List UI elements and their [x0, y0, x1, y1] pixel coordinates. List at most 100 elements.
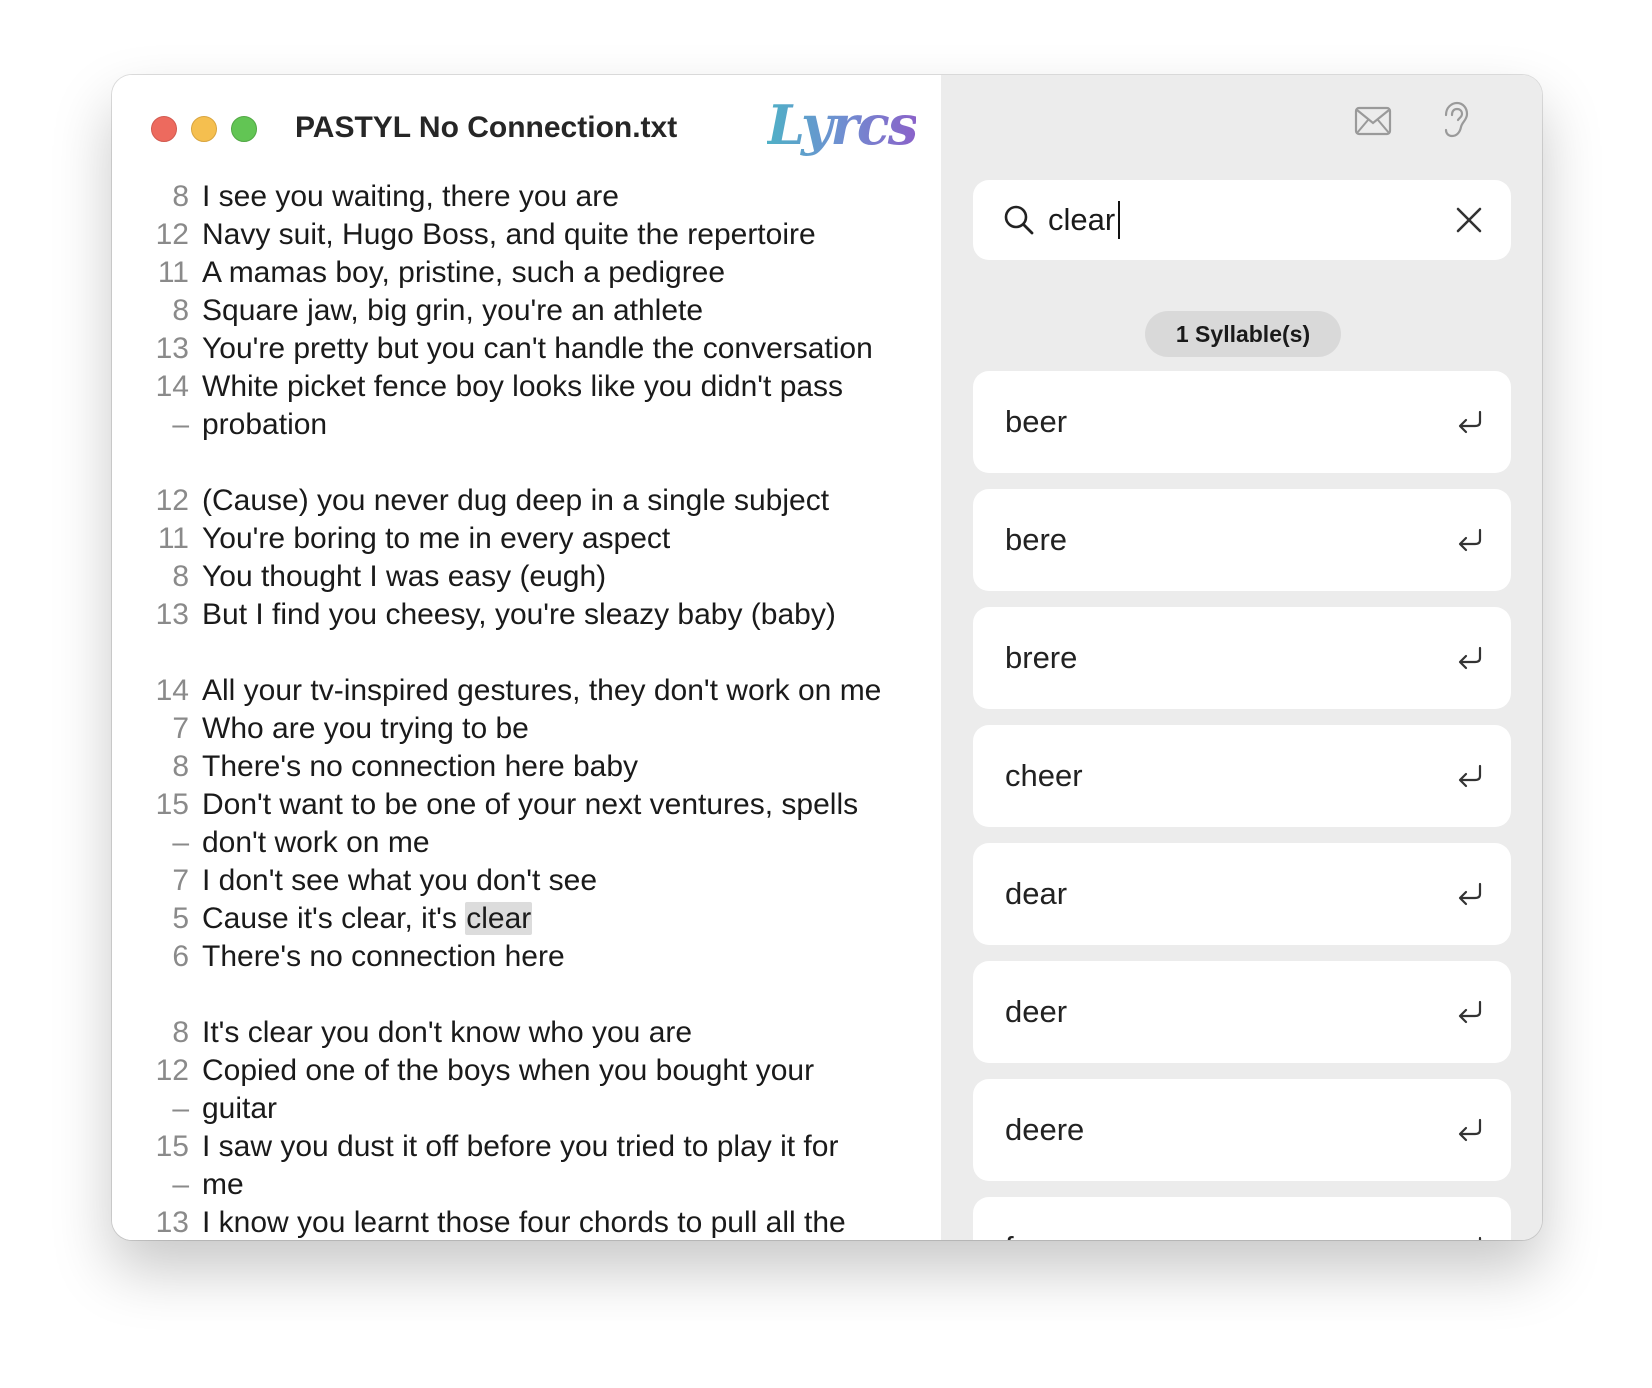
lyric-line[interactable]: – me	[112, 1166, 941, 1204]
insert-return-icon[interactable]	[1455, 761, 1485, 796]
syllable-count: 8	[172, 560, 189, 593]
document-title: PASTYL No Connection.txt	[295, 111, 678, 144]
syllable-count: 13	[155, 1206, 189, 1239]
lyric-line[interactable]: 7 I don't see what you don't see	[112, 862, 941, 900]
syllable-filter-badge[interactable]: 1 Syllable(s)	[1145, 311, 1341, 357]
close-icon[interactable]	[1453, 204, 1485, 236]
insert-return-icon[interactable]	[1455, 1115, 1485, 1150]
syllable-count: 5	[172, 902, 189, 935]
lyric-text: I see you waiting, there you are	[202, 180, 619, 213]
lyric-text: All your tv-inspired gestures, they don'…	[202, 674, 882, 707]
lyric-text: There's no connection here	[202, 940, 565, 973]
lyric-line[interactable]: 6 There's no connection here	[112, 938, 941, 976]
blank-line[interactable]	[112, 444, 941, 482]
search-input[interactable]	[1048, 198, 1428, 242]
lyric-line[interactable]: – probation	[112, 406, 941, 444]
lyric-line[interactable]: 13 I know you learnt those four chords to…	[112, 1204, 941, 1240]
lyric-line[interactable]: 12 (Cause) you never dug deep in a single…	[112, 482, 941, 520]
envelope-icon[interactable]	[1354, 105, 1392, 142]
rhyme-result-card[interactable]: deere	[973, 1079, 1511, 1181]
blank-line[interactable]	[112, 976, 941, 1014]
lyric-text: (Cause) you never dug deep in a single s…	[202, 484, 830, 517]
lyric-line[interactable]: 8 I see you waiting, there you are	[112, 178, 941, 216]
syllable-count: 8	[172, 750, 189, 783]
lyric-text: But I find you cheesy, you're sleazy bab…	[202, 598, 836, 631]
lyric-line[interactable]: 13 You're pretty but you can't handle the…	[112, 330, 941, 368]
rhyme-word: f	[1005, 1197, 1014, 1240]
lyric-line[interactable]: 5 Cause it's clear, it's clear	[112, 900, 941, 938]
search-field[interactable]	[973, 180, 1511, 260]
lyric-text: Square jaw, big grin, you're an athlete	[202, 294, 704, 327]
rhyme-word: cheer	[1005, 758, 1083, 793]
syllable-count: 12	[155, 484, 189, 517]
syllable-count: 12	[155, 218, 189, 251]
syllable-count: 6	[172, 940, 189, 973]
insert-return-icon[interactable]	[1455, 879, 1485, 914]
lyric-line[interactable]: 8 You thought I was easy (eugh)	[112, 558, 941, 596]
rhyme-result-card[interactable]: beer	[973, 371, 1511, 473]
syllable-count: 7	[172, 864, 189, 897]
rhyme-result-card[interactable]: dear	[973, 843, 1511, 945]
lyric-text: Cause it's clear, it's clear	[202, 902, 533, 935]
lyric-line[interactable]: – guitar	[112, 1090, 941, 1128]
rhyme-result-card[interactable]: deer	[973, 961, 1511, 1063]
rhyme-word: beer	[1005, 404, 1068, 439]
zoom-window-button[interactable]	[231, 116, 257, 142]
selected-word[interactable]: clear	[465, 902, 533, 935]
lyric-text: Copied one of the boys when you bought y…	[202, 1054, 815, 1087]
lyric-text: Don't want to be one of your next ventur…	[202, 788, 859, 821]
insert-return-icon[interactable]	[1455, 643, 1485, 678]
lyric-line[interactable]: 15 Don't want to be one of your next vent…	[112, 786, 941, 824]
syllable-count: 8	[172, 294, 189, 327]
lyric-line[interactable]: 13 But I find you cheesy, you're sleazy b…	[112, 596, 941, 634]
lyric-line[interactable]: 14 White picket fence boy looks like you …	[112, 368, 941, 406]
insert-return-icon[interactable]	[1455, 1233, 1485, 1240]
insert-return-icon[interactable]	[1455, 997, 1485, 1032]
syllable-count: 12	[155, 1054, 189, 1087]
rhyme-word: brere	[1005, 640, 1078, 675]
rhyme-result-card[interactable]: cheer	[973, 725, 1511, 827]
lyric-text: Who are you trying to be	[202, 712, 529, 745]
lyric-line[interactable]: 11 A mamas boy, pristine, such a pedigree	[112, 254, 941, 292]
lyric-line[interactable]: 14 All your tv-inspired gestures, they do…	[112, 672, 941, 710]
lyric-line[interactable]: 7 Who are you trying to be	[112, 710, 941, 748]
rhyme-word: dear	[1005, 876, 1068, 911]
lyric-text: White picket fence boy looks like you di…	[202, 370, 844, 403]
lyric-text: Navy suit, Hugo Boss, and quite the repe…	[202, 218, 816, 251]
lyric-line[interactable]: 11 You're boring to me in every aspect	[112, 520, 941, 558]
lyric-line[interactable]: 15 I saw you dust it off before you tried…	[112, 1128, 941, 1166]
syllable-count: 8	[172, 1016, 189, 1049]
rhyme-result-card[interactable]: bere	[973, 489, 1511, 591]
lyric-line[interactable]: 12 Copied one of the boys when you bought…	[112, 1052, 941, 1090]
lyric-text: don't work on me	[202, 826, 430, 859]
syllable-count: –	[172, 408, 189, 441]
lyric-line[interactable]: 8 It's clear you don't know who you are	[112, 1014, 941, 1052]
rhyme-word: bere	[1005, 522, 1068, 557]
lyric-text: I don't see what you don't see	[202, 864, 598, 897]
app-window: PASTYL No Connection.txt Lyrcs 8 I see yo…	[112, 75, 1542, 1240]
lyric-text: It's clear you don't know who you are	[202, 1016, 693, 1049]
lyrics-editor[interactable]: 8 I see you waiting, there you are 12 Navy …	[112, 178, 941, 1240]
lyric-text: You're pretty but you can't handle the c…	[202, 332, 873, 365]
minimize-window-button[interactable]	[191, 116, 217, 142]
rhyme-result-card[interactable]: brere	[973, 607, 1511, 709]
ear-icon[interactable]	[1441, 101, 1469, 144]
insert-return-icon[interactable]	[1455, 525, 1485, 560]
lyric-text: guitar	[202, 1092, 278, 1125]
syllable-count: 8	[172, 180, 189, 213]
rhyme-result-card[interactable]: f	[973, 1197, 1511, 1240]
lyric-text: me	[202, 1168, 244, 1201]
insert-return-icon[interactable]	[1455, 407, 1485, 442]
lyric-line[interactable]: 8 There's no connection here baby	[112, 748, 941, 786]
lyric-line[interactable]: 8 Square jaw, big grin, you're an athlete	[112, 292, 941, 330]
lyric-line[interactable]: – don't work on me	[112, 824, 941, 862]
close-window-button[interactable]	[151, 116, 177, 142]
lyric-text: A mamas boy, pristine, such a pedigree	[202, 256, 726, 289]
rhyme-results-list: beer bere brere cheer dear deer deere f	[973, 371, 1511, 1240]
lyric-text: You thought I was easy (eugh)	[202, 560, 607, 593]
syllable-count: 14	[155, 674, 189, 707]
syllable-count: 13	[155, 332, 189, 365]
lyric-line[interactable]: 12 Navy suit, Hugo Boss, and quite the re…	[112, 216, 941, 254]
syllable-count: 15	[155, 1130, 189, 1163]
blank-line[interactable]	[112, 634, 941, 672]
